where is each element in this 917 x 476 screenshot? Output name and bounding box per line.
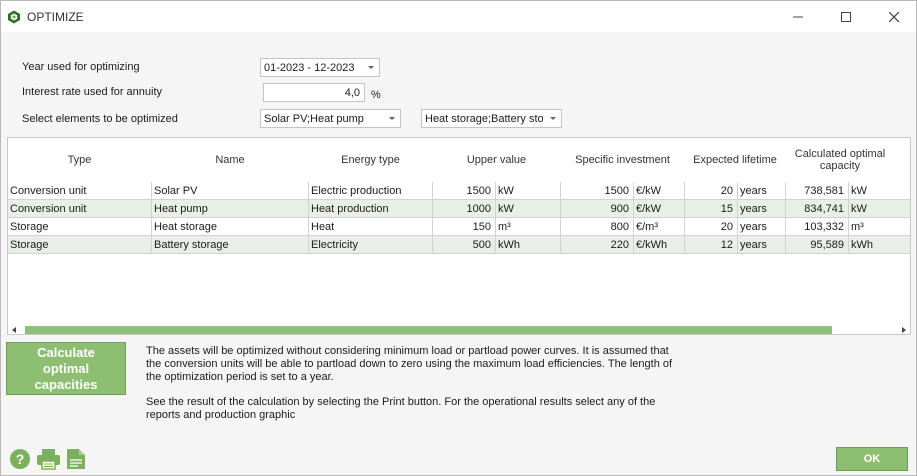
cell-upper-value: 1000 [433, 200, 496, 218]
table-row[interactable]: Conversion unit Heat pump Heat productio… [8, 200, 910, 218]
cell-capacity: 95,589 [786, 236, 849, 254]
optimize-window: OPTIMIZE Year used for optimizing 01-202… [0, 0, 917, 476]
conversion-elements-select[interactable]: Solar PV;Heat pump [260, 109, 401, 128]
cell-upper-value: 150 [433, 218, 496, 236]
export-document-icon[interactable] [66, 448, 86, 470]
cell-name: Heat storage [152, 218, 309, 236]
cell-capacity-unit: kW [849, 182, 910, 200]
cell-energy-type: Electric production [309, 182, 433, 200]
horizontal-scrollbar[interactable] [8, 324, 910, 334]
elements-label: Select elements to be optimized [22, 113, 178, 125]
cell-upper-value: 1500 [433, 182, 496, 200]
cell-type: Storage [8, 218, 152, 236]
window-title: OPTIMIZE [27, 10, 84, 24]
cell-investment: 900 [561, 200, 634, 218]
info-paragraph-results: See the result of the calculation by sel… [146, 396, 656, 421]
cell-investment-unit: €/kW [634, 200, 685, 218]
minimize-button[interactable] [785, 6, 811, 28]
cell-capacity: 834,741 [786, 200, 849, 218]
minimize-icon [793, 16, 803, 18]
cell-lifetime: 15 [685, 200, 738, 218]
cell-investment-unit: €/kWh [634, 236, 685, 254]
optimization-table: Type Name Energy type Upper value Specif… [7, 137, 911, 335]
title-bar: OPTIMIZE [1, 1, 916, 32]
cell-type: Storage [8, 236, 152, 254]
cell-type: Conversion unit [8, 182, 152, 200]
maximize-icon [841, 12, 851, 22]
col-header-optimal-capacity[interactable]: Calculated optimal capacity [786, 138, 894, 182]
cell-investment-unit: €/m³ [634, 218, 685, 236]
col-header-type[interactable]: Type [8, 138, 151, 182]
year-label: Year used for optimizing [22, 61, 140, 73]
storage-elements-value: Heat storage;Battery sto [425, 113, 543, 125]
year-select-value: 01-2023 - 12-2023 [264, 62, 355, 74]
cell-energy-type: Heat production [309, 200, 433, 218]
year-select[interactable]: 01-2023 - 12-2023 [260, 58, 380, 77]
close-icon [889, 12, 899, 22]
col-header-energy-type[interactable]: Energy type [309, 138, 432, 182]
cell-capacity-unit: kWh [849, 236, 910, 254]
col-header-expected-lifetime[interactable]: Expected lifetime [685, 138, 785, 182]
app-logo-icon [8, 10, 20, 24]
svg-text:?: ? [16, 451, 25, 467]
cell-capacity-unit: m³ [849, 218, 910, 236]
print-icon[interactable] [36, 448, 61, 470]
cell-capacity: 103,332 [786, 218, 849, 236]
cell-investment: 1500 [561, 182, 634, 200]
cell-lifetime-unit: years [738, 200, 786, 218]
chevron-down-icon [550, 117, 556, 120]
col-header-name[interactable]: Name [152, 138, 308, 182]
storage-elements-select[interactable]: Heat storage;Battery sto [421, 109, 562, 128]
cell-lifetime-unit: years [738, 218, 786, 236]
chevron-down-icon [368, 66, 374, 69]
cell-capacity-unit: kW [849, 200, 910, 218]
cell-lifetime: 20 [685, 182, 738, 200]
cell-name: Heat pump [152, 200, 309, 218]
cell-upper-unit: kW [496, 182, 561, 200]
table-row[interactable]: Conversion unit Solar PV Electric produc… [8, 182, 910, 200]
table-row[interactable]: Storage Heat storage Heat 150 m³ 800 €/m… [8, 218, 910, 236]
col-header-upper-value[interactable]: Upper value [433, 138, 560, 182]
interest-label: Interest rate used for annuity [22, 86, 163, 98]
help-icon[interactable]: ? [9, 448, 31, 470]
cell-lifetime-unit: years [738, 182, 786, 200]
cell-investment-unit: €/kW [634, 182, 685, 200]
calculate-optimal-capacities-button[interactable]: Calculate optimal capacities [6, 342, 126, 395]
maximize-button[interactable] [833, 6, 859, 28]
interest-rate-input[interactable]: 4,0 [263, 83, 365, 102]
cell-lifetime-unit: years [738, 236, 786, 254]
cell-type: Conversion unit [8, 200, 152, 218]
cell-capacity: 738,581 [786, 182, 849, 200]
interest-unit: % [371, 89, 381, 101]
cell-upper-value: 500 [433, 236, 496, 254]
cell-upper-unit: kWh [496, 236, 561, 254]
cell-lifetime: 20 [685, 218, 738, 236]
scroll-right-icon[interactable] [902, 327, 906, 333]
conversion-elements-value: Solar PV;Heat pump [264, 113, 364, 125]
scrollbar-thumb[interactable] [25, 326, 832, 334]
cell-energy-type: Heat [309, 218, 433, 236]
chevron-down-icon [389, 117, 395, 120]
cell-upper-unit: m³ [496, 218, 561, 236]
table-row[interactable]: Storage Battery storage Electricity 500 … [8, 236, 910, 254]
close-button[interactable] [881, 6, 907, 28]
col-header-specific-investment[interactable]: Specific investment [561, 138, 684, 182]
cell-name: Battery storage [152, 236, 309, 254]
cell-name: Solar PV [152, 182, 309, 200]
cell-energy-type: Electricity [309, 236, 433, 254]
cell-upper-unit: kW [496, 200, 561, 218]
scroll-left-icon[interactable] [12, 327, 16, 333]
ok-button[interactable]: OK [836, 447, 908, 471]
cell-investment: 800 [561, 218, 634, 236]
cell-investment: 220 [561, 236, 634, 254]
info-paragraph-assumptions: The assets will be optimized without con… [146, 345, 673, 383]
cell-lifetime: 12 [685, 236, 738, 254]
